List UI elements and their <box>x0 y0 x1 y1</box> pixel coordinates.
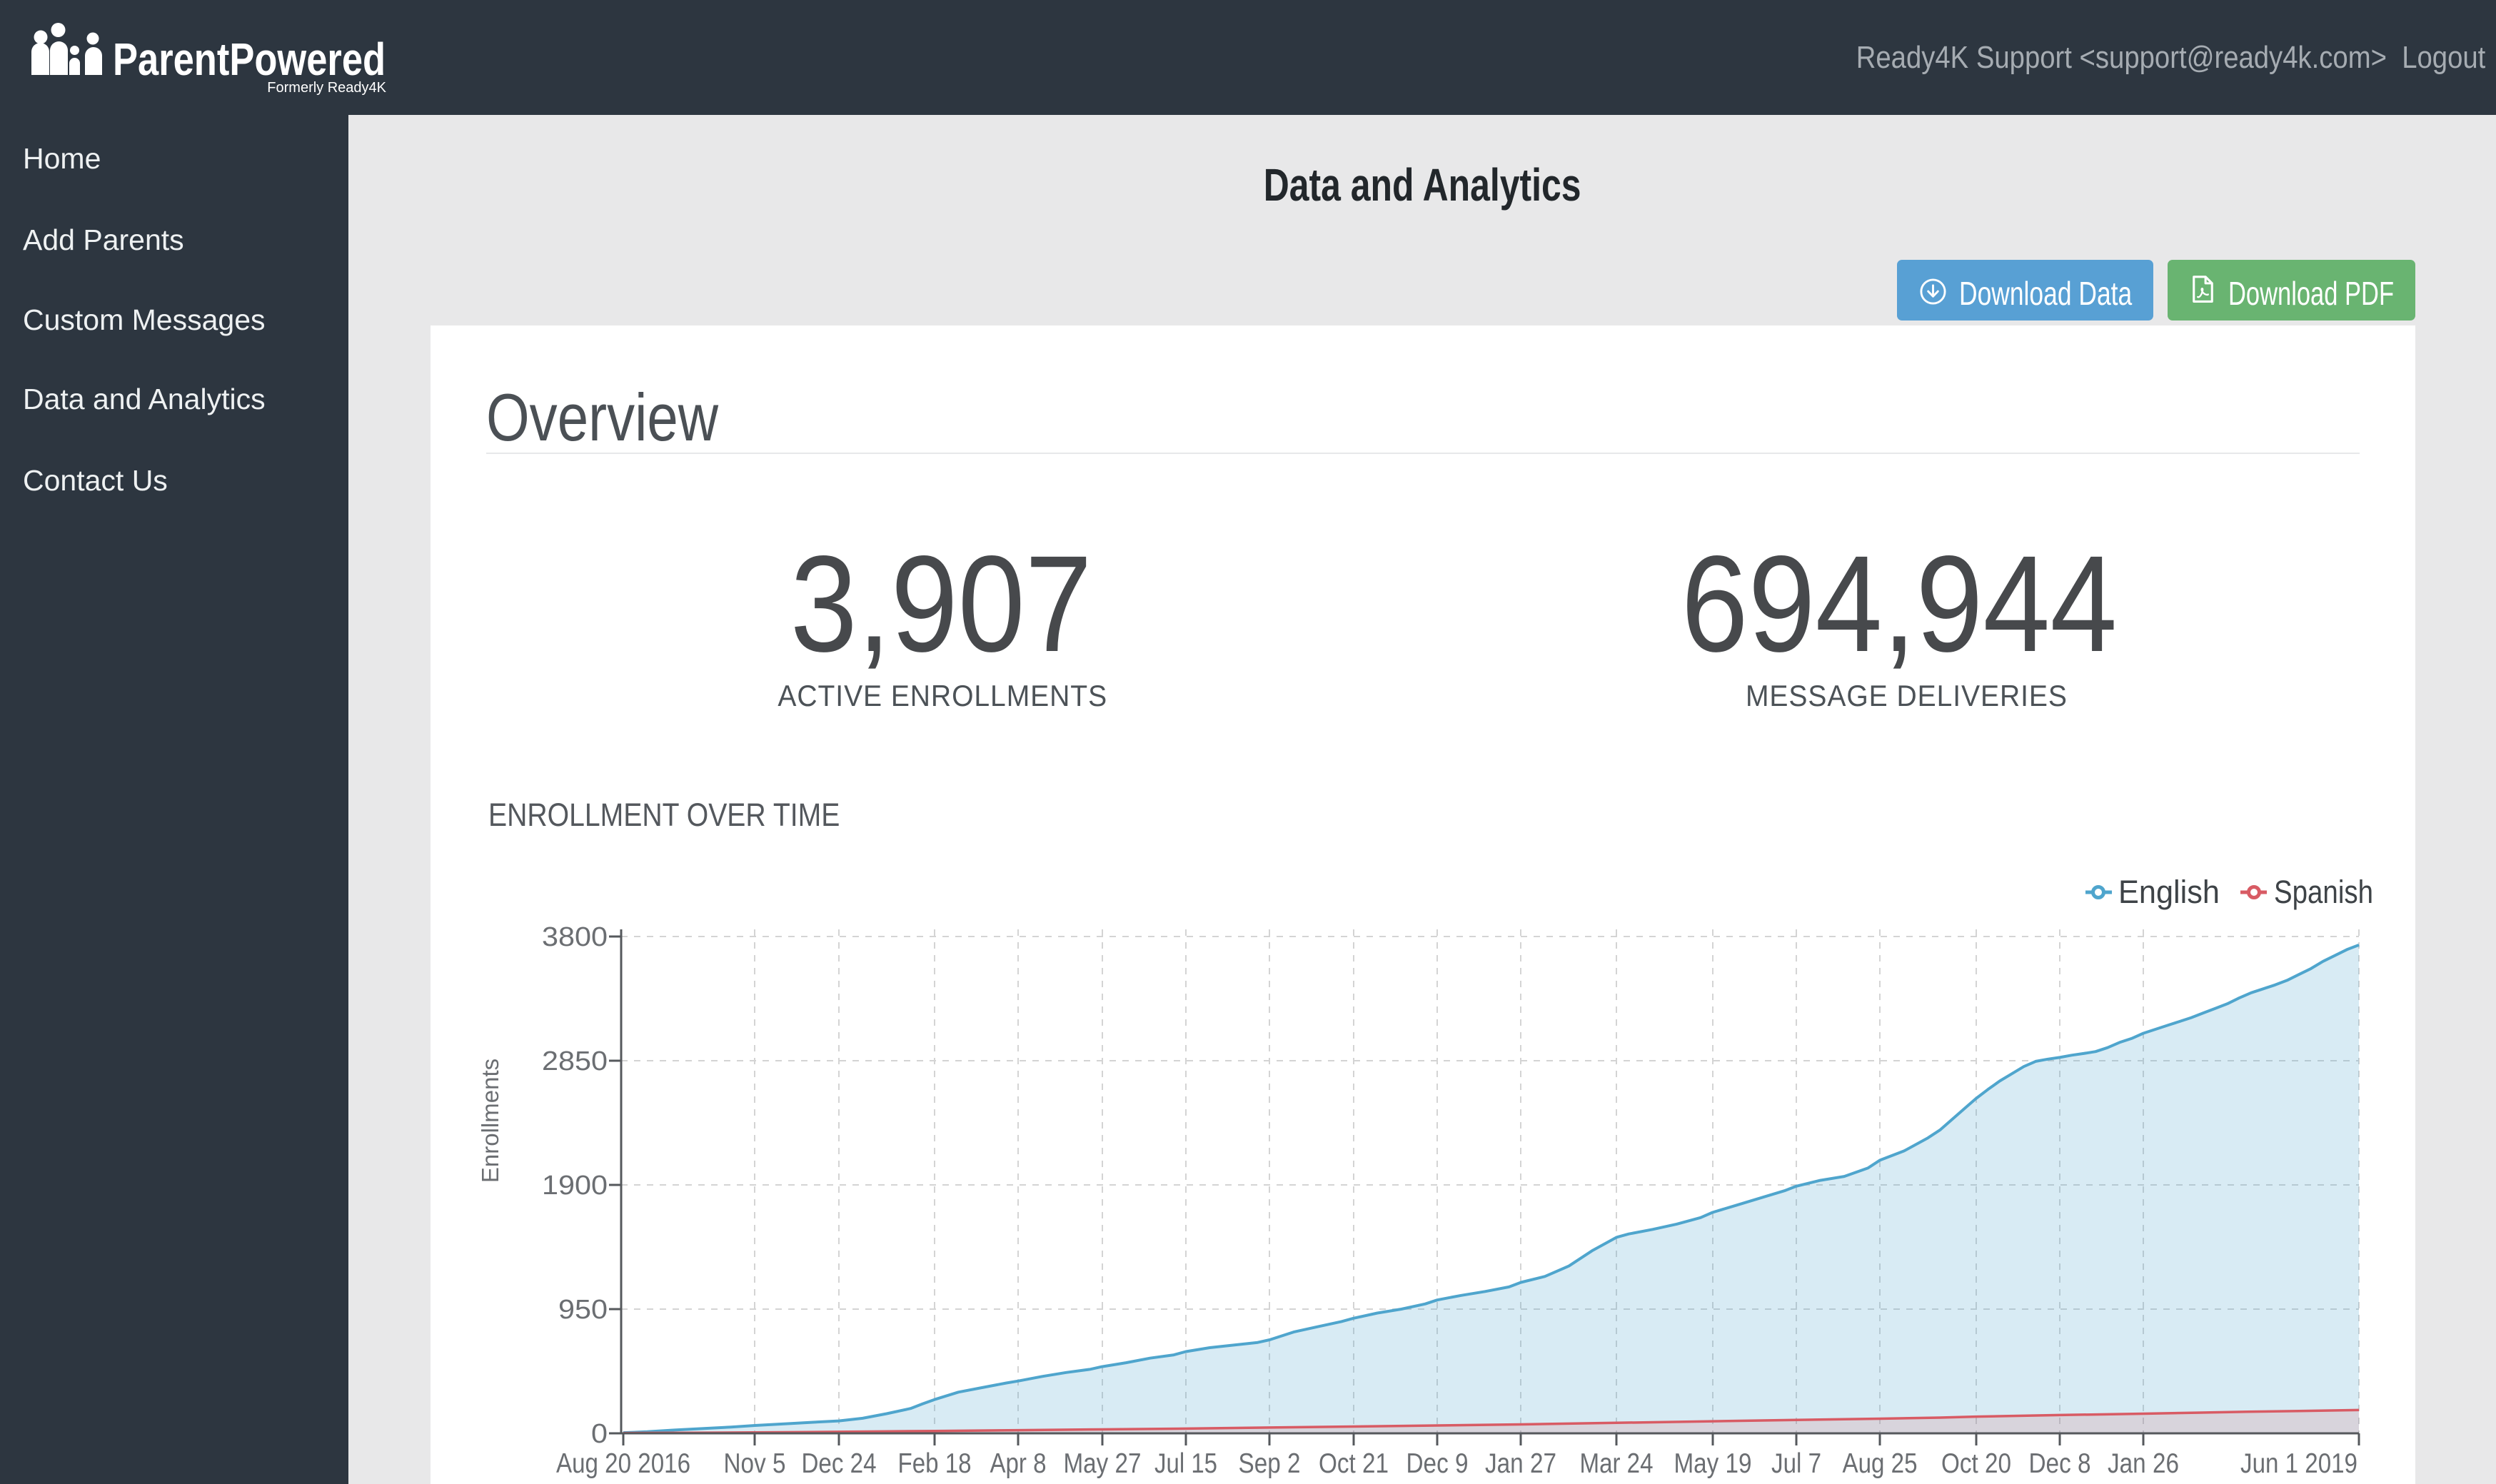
svg-text:1900: 1900 <box>542 1171 608 1201</box>
svg-text:2850: 2850 <box>542 1046 608 1076</box>
svg-text:Jul 15: Jul 15 <box>1154 1448 1217 1479</box>
svg-text:Spanish: Spanish <box>2274 874 2373 910</box>
svg-text:Nov 5: Nov 5 <box>724 1448 786 1479</box>
svg-text:950: 950 <box>558 1295 608 1325</box>
svg-text:Oct 21: Oct 21 <box>1319 1448 1389 1479</box>
svg-text:May 19: May 19 <box>1674 1448 1752 1479</box>
svg-text:0: 0 <box>591 1419 608 1449</box>
svg-text:Jan 27: Jan 27 <box>1485 1448 1556 1479</box>
svg-text:Aug 25: Aug 25 <box>1843 1448 1918 1479</box>
svg-text:Jan 26: Jan 26 <box>2108 1448 2179 1479</box>
svg-text:English: English <box>2118 874 2220 910</box>
svg-text:Dec 8: Dec 8 <box>2029 1448 2091 1479</box>
svg-text:Feb 18: Feb 18 <box>898 1448 972 1479</box>
svg-text:Dec 9: Dec 9 <box>1406 1448 1469 1479</box>
svg-text:Jul 7: Jul 7 <box>1771 1448 1821 1479</box>
svg-text:Mar 24: Mar 24 <box>1580 1448 1654 1479</box>
svg-text:Aug 20 2016: Aug 20 2016 <box>556 1448 690 1479</box>
svg-text:3800: 3800 <box>542 922 608 952</box>
svg-text:Enrollments: Enrollments <box>477 1059 503 1183</box>
svg-text:Apr 8: Apr 8 <box>990 1448 1047 1479</box>
svg-text:May 27: May 27 <box>1064 1448 1142 1479</box>
svg-text:Sep 2: Sep 2 <box>1239 1448 1301 1479</box>
svg-text:Jun 1 2019: Jun 1 2019 <box>2240 1448 2357 1479</box>
svg-text:Oct 20: Oct 20 <box>1941 1448 2011 1479</box>
svg-text:Dec 24: Dec 24 <box>802 1448 877 1479</box>
